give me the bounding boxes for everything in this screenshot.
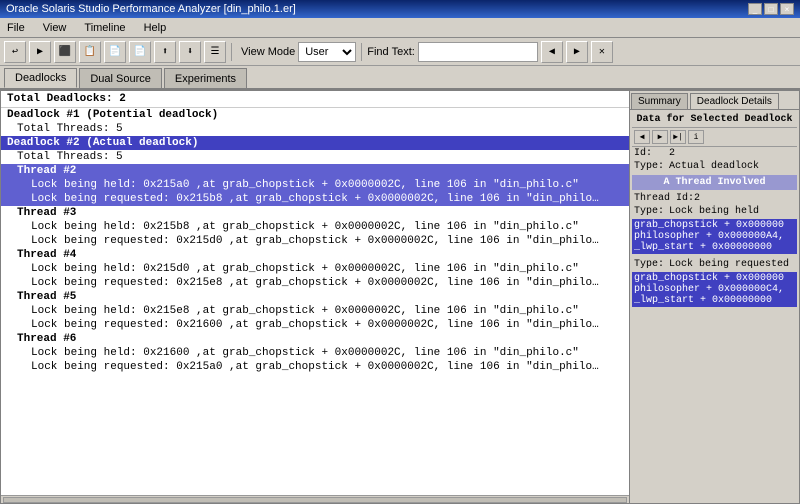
nav-play-button[interactable]: ▶ xyxy=(652,130,668,144)
thread-5-line-1: Lock being held: 0x215e8 ,at grab_chopst… xyxy=(1,304,629,318)
tab-experiments[interactable]: Experiments xyxy=(164,68,247,88)
thread-2-line-2: Lock being requested: 0x215b8 ,at grab_c… xyxy=(1,192,629,206)
thread-3-title: Thread #3 xyxy=(1,206,629,220)
text-label: Text: xyxy=(392,46,415,58)
deadlock2-thread-count: Total Threads: 5 xyxy=(1,150,629,164)
deadlock2-header[interactable]: Deadlock #2 (Actual deadlock) xyxy=(1,136,629,150)
type-requested-value: Lock being requested xyxy=(669,259,795,270)
thread-3-block[interactable]: Thread #3 Lock being held: 0x215b8 ,at g… xyxy=(1,206,629,248)
thread-type-held: Lock being held xyxy=(669,206,795,217)
find-clear-button[interactable]: ✕ xyxy=(591,41,613,63)
thread-5-line-2: Lock being requested: 0x21600 ,at grab_c… xyxy=(1,318,629,332)
toolbar: ↩ ▶ ⬛ 📋 📄 📄 ⬆ ⬇ ☰ View Mode User Expert … xyxy=(0,38,800,66)
right-content: Data for Selected Deadlock ◀ ▶ ▶| i Id: … xyxy=(630,110,799,503)
nav-left-button[interactable]: ◀ xyxy=(634,130,650,144)
toolbar-btn-3[interactable]: ⬛ xyxy=(54,41,76,63)
window-title: Oracle Solaris Studio Performance Analyz… xyxy=(6,3,296,15)
toolbar-separator-1 xyxy=(231,43,232,61)
main-layout: Total Deadlocks: 2 Deadlock #1 (Potentia… xyxy=(0,90,800,504)
deadlock-content: Deadlock #1 (Potential deadlock) Total T… xyxy=(1,108,629,495)
thread-4-line-1: Lock being held: 0x215d0 ,at grab_chopst… xyxy=(1,262,629,276)
left-panel: Total Deadlocks: 2 Deadlock #1 (Potentia… xyxy=(0,90,630,504)
main-tabs: Deadlocks Dual Source Experiments xyxy=(0,66,800,90)
id-value: 2 xyxy=(669,148,795,159)
type-row: Type: Actual deadlock xyxy=(632,160,797,173)
held-stack: grab_chopstick + 0x000000 philosopher + … xyxy=(632,219,797,254)
toolbar-btn-6[interactable]: 📄 xyxy=(129,41,151,63)
maximize-button[interactable]: □ xyxy=(764,3,778,15)
section-title: Data for Selected Deadlock xyxy=(632,112,797,128)
thread-5-block[interactable]: Thread #5 Lock being held: 0x215e8 ,at g… xyxy=(1,290,629,332)
find-input[interactable] xyxy=(418,42,538,62)
menu-file[interactable]: File xyxy=(4,21,28,35)
view-mode-label: View Mode xyxy=(241,46,295,58)
close-button[interactable]: × xyxy=(780,3,794,15)
toolbar-btn-4[interactable]: 📋 xyxy=(79,41,101,63)
thread-2-line-1: Lock being held: 0x215a0 ,at grab_chopst… xyxy=(1,178,629,192)
type-value: Actual deadlock xyxy=(669,161,795,172)
thread-id-value: 2 xyxy=(694,193,795,204)
total-deadlocks-label: Total Deadlocks: 2 xyxy=(1,91,629,108)
view-mode-select[interactable]: User Expert xyxy=(298,42,356,62)
thread-id-label: Thread Id: xyxy=(634,193,694,204)
id-label: Id: xyxy=(634,148,669,159)
thread-3-line-1: Lock being held: 0x215b8 ,at grab_chopst… xyxy=(1,220,629,234)
thread-5-title: Thread #5 xyxy=(1,290,629,304)
minimize-button[interactable]: _ xyxy=(748,3,762,15)
right-toolbar: ◀ ▶ ▶| i xyxy=(632,128,797,147)
find-next-button[interactable]: ▶ xyxy=(566,41,588,63)
type-label: Type: xyxy=(634,161,669,172)
right-panel: Summary Deadlock Details Data for Select… xyxy=(630,90,800,504)
thread-6-line-2: Lock being requested: 0x215a0 ,at grab_c… xyxy=(1,360,629,374)
requested-stack: grab_chopstick + 0x000000 philosopher + … xyxy=(632,272,797,307)
h-scrollbar-track[interactable] xyxy=(3,497,627,503)
thread-type-label: Type: xyxy=(634,206,669,217)
thread-involved-title: A Thread Involved xyxy=(632,175,797,190)
thread-4-line-2: Lock being requested: 0x215e8 ,at grab_c… xyxy=(1,276,629,290)
left-scrollbar[interactable] xyxy=(1,495,629,503)
nav-right-button[interactable]: ▶| xyxy=(670,130,686,144)
find-prev-button[interactable]: ◀ xyxy=(541,41,563,63)
toolbar-btn-1[interactable]: ↩ xyxy=(4,41,26,63)
toolbar-btn-9[interactable]: ☰ xyxy=(204,41,226,63)
thread-2-title: Thread #2 xyxy=(1,164,629,178)
toolbar-separator-2 xyxy=(361,43,362,61)
toolbar-btn-8[interactable]: ⬇ xyxy=(179,41,201,63)
right-tabs: Summary Deadlock Details xyxy=(630,91,799,110)
toolbar-btn-7[interactable]: ⬆ xyxy=(154,41,176,63)
deadlock1-header[interactable]: Deadlock #1 (Potential deadlock) xyxy=(1,108,629,122)
tab-deadlock-details[interactable]: Deadlock Details xyxy=(690,93,779,109)
menu-timeline[interactable]: Timeline xyxy=(81,21,128,35)
menu-help[interactable]: Help xyxy=(141,21,170,35)
thread-4-block[interactable]: Thread #4 Lock being held: 0x215d0 ,at g… xyxy=(1,248,629,290)
thread-6-title: Thread #6 xyxy=(1,332,629,346)
toolbar-btn-2[interactable]: ▶ xyxy=(29,41,51,63)
tab-summary[interactable]: Summary xyxy=(631,93,688,109)
type-requested-row: Type: Lock being requested xyxy=(632,258,797,271)
thread-2-block[interactable]: Thread #2 Lock being held: 0x215a0 ,at g… xyxy=(1,164,629,206)
thread-4-title: Thread #4 xyxy=(1,248,629,262)
tab-dual-source[interactable]: Dual Source xyxy=(79,68,162,88)
thread-6-block[interactable]: Thread #6 Lock being held: 0x21600 ,at g… xyxy=(1,332,629,374)
deadlock1-thread-count: Total Threads: 5 xyxy=(1,122,629,136)
window-controls[interactable]: _ □ × xyxy=(748,3,794,15)
thread-6-line-1: Lock being held: 0x21600 ,at grab_chopst… xyxy=(1,346,629,360)
type-requested-label: Type: xyxy=(634,259,669,270)
find-label: Find xyxy=(367,46,388,58)
title-bar: Oracle Solaris Studio Performance Analyz… xyxy=(0,0,800,18)
id-row: Id: 2 xyxy=(632,147,797,160)
toolbar-btn-5[interactable]: 📄 xyxy=(104,41,126,63)
info-button[interactable]: i xyxy=(688,130,704,144)
menu-view[interactable]: View xyxy=(40,21,70,35)
tab-deadlocks[interactable]: Deadlocks xyxy=(4,68,77,88)
thread-id-row: Thread Id: 2 xyxy=(632,192,797,205)
thread-type-row: Type: Lock being held xyxy=(632,205,797,218)
menu-bar: File View Timeline Help xyxy=(0,18,800,38)
thread-3-line-2: Lock being requested: 0x215d0 ,at grab_c… xyxy=(1,234,629,248)
